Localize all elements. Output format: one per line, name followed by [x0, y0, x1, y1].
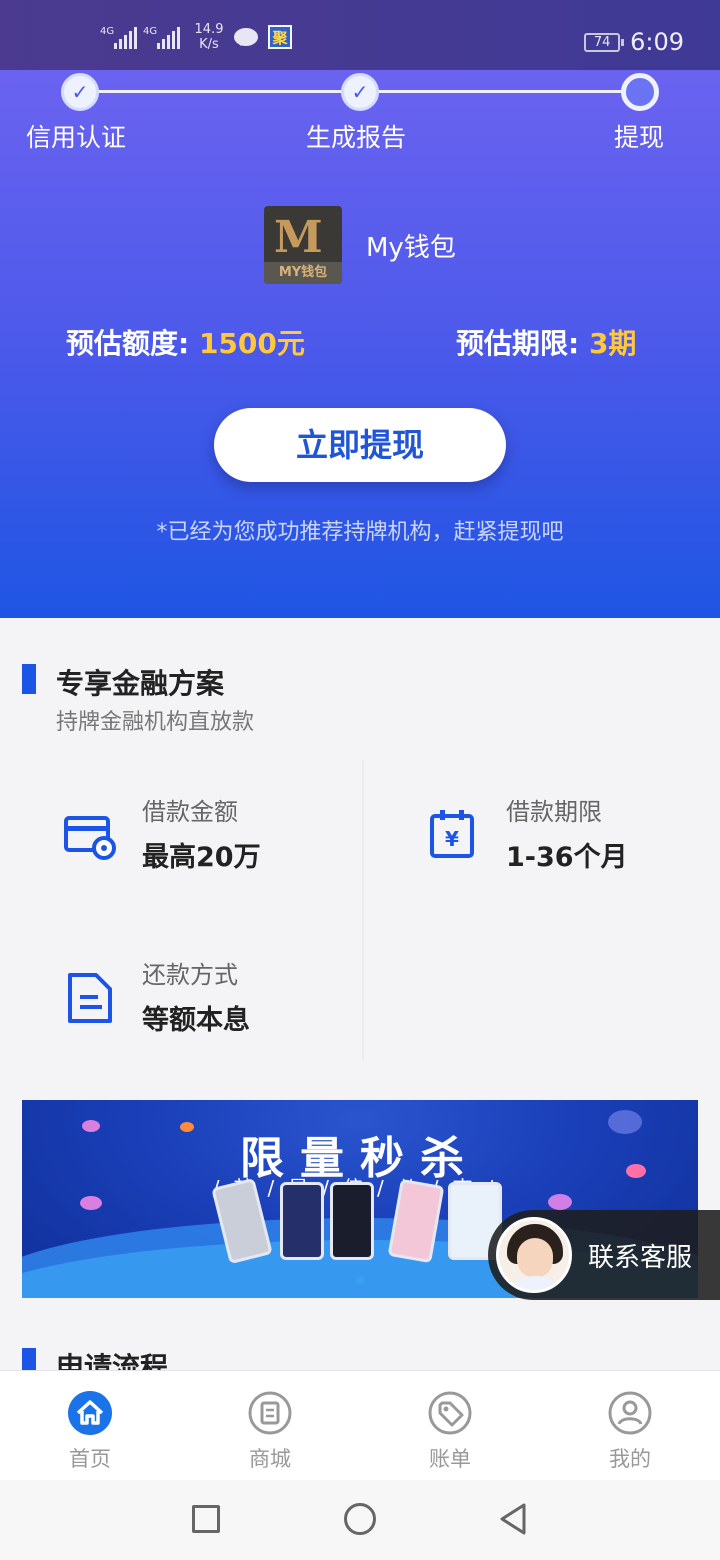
system-nav-bar: [0, 1480, 720, 1560]
estimated-amount-value: 1500元: [198, 327, 305, 360]
document-icon: [68, 973, 112, 1023]
calendar-yuan-icon: ¥: [430, 810, 474, 858]
nav-shop-label: 商城: [249, 1447, 291, 1471]
logo-mark-icon: M: [274, 212, 323, 263]
section-marker: [22, 664, 36, 694]
signal-1-icon: 4G: [100, 25, 137, 49]
feature-divider: [362, 760, 364, 1060]
loan-amount-label: 借款金额: [142, 798, 238, 826]
status-bar: 4G 4G 14.9 K/s 聚 74 6:09: [0, 0, 720, 70]
chat-bubble-icon: [234, 28, 258, 46]
battery-icon: 74: [584, 32, 625, 52]
brand: M MY钱包 My钱包: [264, 206, 456, 284]
step-label-report: 生成报告: [306, 123, 407, 152]
phone-image: [330, 1182, 374, 1260]
step-label-credit: 信用认证: [26, 123, 127, 152]
contact-service-label: 联系客服: [588, 1242, 693, 1273]
signal-2-icon: 4G: [143, 25, 180, 49]
home-button-icon[interactable]: [344, 1503, 376, 1535]
step-current-icon: [621, 73, 659, 111]
estimated-term-value: 3期: [588, 327, 637, 360]
plan-title: 专享金融方案: [56, 667, 225, 700]
loan-term-label: 借款期限: [506, 798, 602, 826]
app-badge-icon: 聚: [268, 25, 292, 49]
home-icon: [68, 1391, 112, 1435]
loan-term-value: 1-36个月: [506, 842, 628, 873]
back-icon[interactable]: [498, 1502, 528, 1536]
feature-loan-term: ¥ 借款期限 1-36个月: [428, 792, 628, 874]
recommend-hint: *已经为您成功推荐持牌机构，赶紧提现吧: [156, 520, 564, 545]
status-right: 74 6:09: [584, 28, 684, 56]
plan-subtitle: 持牌金融机构直放款: [56, 710, 255, 735]
service-agent-avatar: [496, 1217, 572, 1293]
estimated-amount: 预估额度: 1500元: [66, 322, 305, 362]
step-done-icon: ✓: [61, 73, 99, 111]
feature-loan-amount: 借款金额 最高20万: [64, 792, 261, 874]
shop-icon: [248, 1391, 292, 1435]
nav-profile-label: 我的: [609, 1447, 651, 1471]
logo-text: MY钱包: [264, 262, 342, 284]
brand-logo: M MY钱包: [264, 206, 342, 284]
carousel-indicator[interactable]: [356, 1276, 364, 1284]
hero-panel: ✓ ✓ 信用认证 生成报告 提现 M MY钱包 My钱包 预估额度: 1500元…: [0, 70, 720, 618]
estimated-term-label: 预估期限:: [456, 327, 580, 360]
withdraw-now-button[interactable]: 立即提现: [214, 408, 506, 482]
brand-name: My钱包: [366, 232, 456, 263]
nav-shop[interactable]: 商城: [210, 1391, 330, 1473]
phone-image: [280, 1182, 324, 1260]
nav-bill-label: 账单: [429, 1447, 471, 1471]
profile-icon: [608, 1391, 652, 1435]
svg-text:¥: ¥: [445, 827, 459, 851]
speed-unit: K/s: [199, 37, 219, 52]
recent-apps-icon[interactable]: [192, 1505, 220, 1533]
network-type-1: 4G: [100, 26, 115, 37]
card-icon: [64, 816, 116, 860]
network-type-2: 4G: [143, 26, 158, 37]
network-speed: 14.9 K/s: [192, 22, 226, 52]
step-label-withdraw: 提现: [614, 123, 665, 152]
estimated-term: 预估期限: 3期: [456, 322, 636, 362]
status-left: 4G 4G 14.9 K/s 聚: [100, 22, 292, 52]
speed-value: 14.9: [194, 22, 224, 37]
loan-amount-value: 最高20万: [142, 842, 261, 873]
nav-profile[interactable]: 我的: [570, 1391, 690, 1473]
contact-service-button[interactable]: 联系客服: [488, 1210, 720, 1300]
nav-home[interactable]: 首页: [30, 1391, 150, 1473]
feature-repay-method: 还款方式 等额本息: [64, 955, 250, 1037]
bill-tag-icon: [428, 1391, 472, 1435]
bottom-nav: 首页 商城 账单 我的: [0, 1370, 720, 1480]
nav-home-label: 首页: [69, 1447, 111, 1471]
clock: 6:09: [630, 28, 684, 56]
step-done-icon: ✓: [341, 73, 379, 111]
nav-bill[interactable]: 账单: [390, 1391, 510, 1473]
repay-method-value: 等额本息: [142, 1005, 250, 1036]
estimated-amount-label: 预估额度:: [66, 327, 190, 360]
repay-method-label: 还款方式: [142, 961, 238, 989]
